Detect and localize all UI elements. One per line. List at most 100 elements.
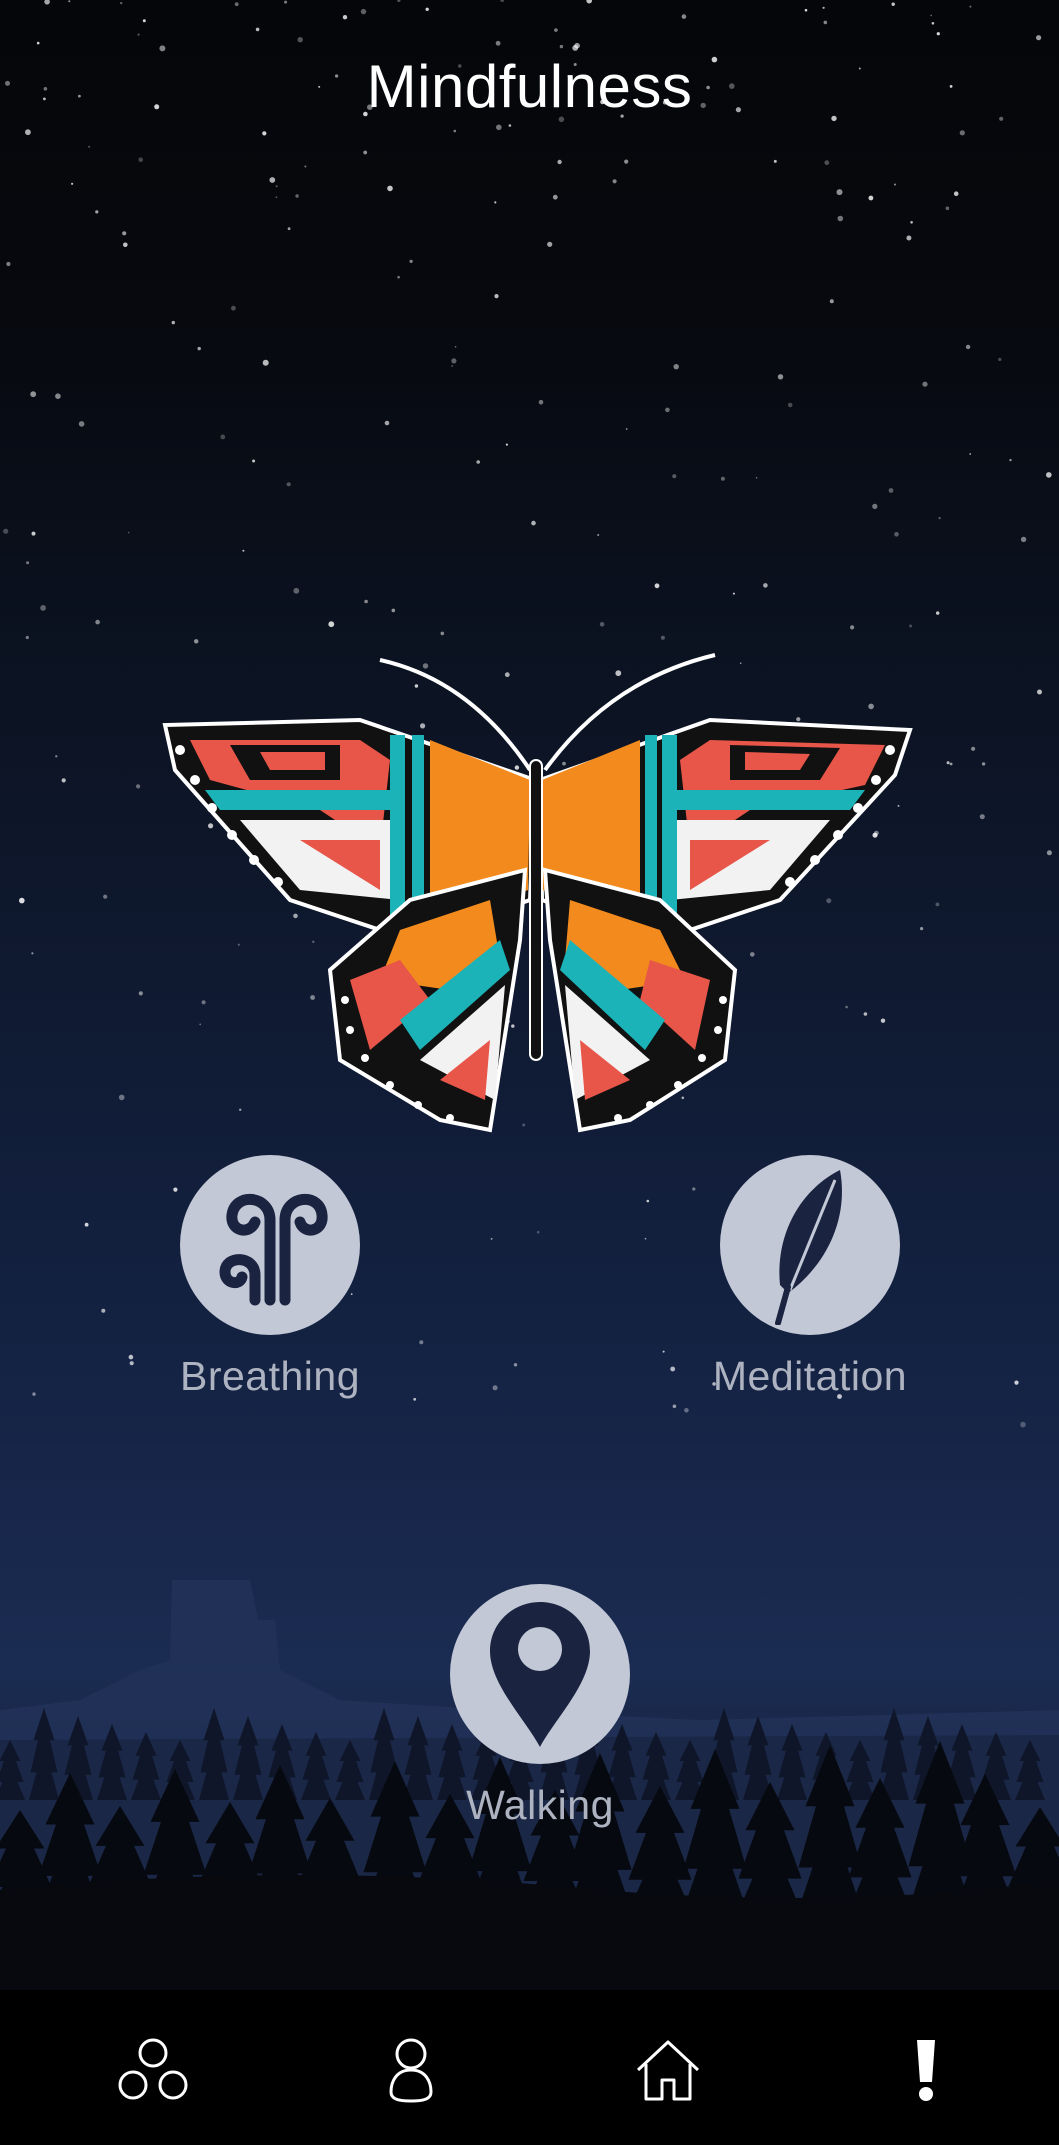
star: [234, 2, 239, 7]
walking-label: Walking: [466, 1782, 614, 1828]
meditation-button[interactable]: Meditation: [680, 1155, 940, 1400]
wind-swirl-icon: [219, 1194, 328, 1306]
star: [931, 22, 935, 25]
star: [654, 583, 660, 589]
star: [118, 1094, 125, 1101]
star: [1046, 850, 1052, 856]
star: [625, 428, 628, 430]
breathing-icon-circle: [180, 1155, 360, 1335]
star: [61, 778, 66, 783]
star: [171, 320, 175, 325]
star: [930, 14, 932, 17]
star: [103, 894, 108, 899]
star: [1036, 35, 1042, 41]
star: [275, 196, 278, 199]
star: [231, 305, 236, 311]
star: [981, 762, 986, 766]
star: [662, 1350, 665, 1353]
star: [419, 1340, 424, 1345]
star: [906, 235, 912, 241]
star: [128, 1354, 134, 1360]
tab-alerts[interactable]: [886, 2030, 966, 2110]
star: [646, 1199, 650, 1203]
star: [55, 393, 61, 400]
breathing-button[interactable]: Breathing: [140, 1155, 400, 1400]
star: [547, 241, 553, 247]
star: [998, 357, 1002, 362]
star: [6, 261, 11, 267]
star: [508, 124, 512, 127]
star: [364, 599, 368, 604]
star: [599, 622, 605, 627]
star: [95, 619, 100, 625]
star: [286, 482, 291, 487]
star: [969, 5, 972, 8]
star: [120, 1, 123, 5]
star: [342, 15, 348, 20]
star: [242, 549, 245, 552]
star: [26, 561, 30, 565]
star: [269, 177, 276, 183]
star: [554, 28, 558, 32]
star: [284, 0, 288, 4]
star: [425, 7, 429, 11]
star: [391, 608, 396, 613]
star: [30, 391, 37, 398]
star: [969, 453, 972, 455]
star: [872, 503, 878, 509]
star: [490, 1238, 493, 1240]
star: [137, 33, 140, 36]
bottom-tab-bar: [0, 1990, 1059, 2145]
star: [262, 131, 267, 136]
star: [557, 159, 562, 165]
star: [681, 14, 687, 19]
star: [453, 129, 457, 133]
star: [979, 814, 985, 820]
star: [672, 474, 677, 479]
tab-community[interactable]: [113, 2030, 193, 2110]
star: [138, 157, 143, 162]
tab-profile[interactable]: [371, 2030, 451, 2110]
walking-button[interactable]: Walking: [410, 1584, 670, 1829]
star: [644, 1237, 647, 1240]
star: [823, 20, 828, 25]
star: [1014, 1380, 1019, 1385]
star: [451, 365, 454, 367]
star: [71, 182, 74, 185]
star: [397, 0, 401, 2]
star: [409, 259, 413, 263]
star: [262, 359, 269, 366]
star: [538, 399, 544, 405]
star: [732, 592, 735, 595]
star: [500, 0, 505, 2]
mindfulness-screen: Mindfulness Breathing Meditation Walking: [0, 0, 1059, 2145]
feather-icon: [775, 1170, 842, 1325]
star: [684, 1408, 689, 1413]
star: [397, 275, 400, 279]
star: [559, 44, 564, 49]
star: [32, 1392, 36, 1396]
star: [159, 45, 166, 52]
star: [84, 1222, 89, 1227]
star: [574, 42, 580, 49]
star: [440, 631, 445, 636]
star: [78, 421, 85, 427]
star: [837, 215, 844, 222]
star: [894, 183, 896, 186]
star: [787, 402, 793, 408]
star: [25, 635, 29, 640]
star: [25, 129, 31, 136]
star: [1020, 536, 1027, 543]
star: [773, 159, 777, 163]
star: [971, 746, 976, 751]
tab-home[interactable]: [628, 2030, 708, 2110]
star: [513, 1363, 518, 1367]
star: [888, 488, 894, 493]
star: [328, 621, 335, 628]
star: [297, 37, 303, 43]
star: [197, 346, 201, 351]
star: [387, 185, 393, 192]
star: [287, 227, 291, 231]
star: [68, 0, 71, 3]
star: [494, 294, 499, 299]
